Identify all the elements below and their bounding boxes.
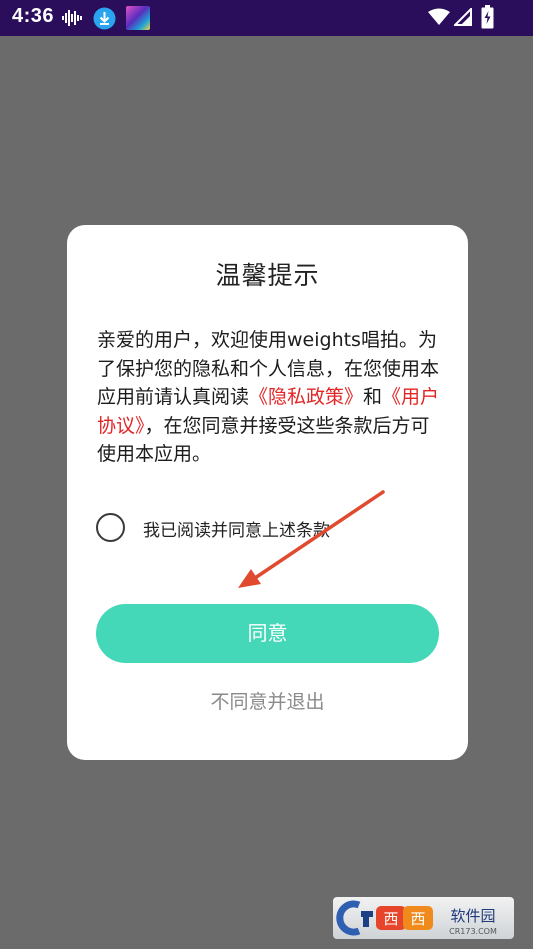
agree-button[interactable]: 同意 bbox=[96, 604, 439, 663]
message-text-and: 和 bbox=[363, 386, 383, 408]
app-icon bbox=[126, 6, 150, 30]
download-icon bbox=[93, 7, 116, 34]
signal-icon bbox=[452, 6, 472, 30]
decline-exit-button[interactable]: 不同意并退出 bbox=[67, 687, 468, 714]
svg-text:西: 西 bbox=[383, 910, 398, 928]
privacy-dialog: 温馨提示 亲爱的用户，欢迎使用weights唱拍。为了保护您的隐私和个人信息，在… bbox=[67, 225, 468, 760]
svg-text:西: 西 bbox=[410, 910, 425, 928]
status-bar: 4:36 bbox=[0, 0, 533, 36]
soundwave-icon bbox=[62, 9, 84, 31]
svg-text:软件园: 软件园 bbox=[450, 907, 495, 925]
consent-label[interactable]: 我已阅读并同意上述条款 bbox=[143, 516, 330, 541]
consent-radio-button[interactable] bbox=[96, 513, 125, 542]
status-time: 4:36 bbox=[12, 5, 55, 27]
svg-text:CR173.COM: CR173.COM bbox=[449, 927, 497, 936]
wifi-icon bbox=[428, 8, 450, 30]
consent-row[interactable]: 我已阅读并同意上述条款 bbox=[96, 513, 416, 547]
message-text-suffix: ，在您同意并接受这些条款后方可使用本应用。 bbox=[97, 414, 430, 466]
privacy-policy-link[interactable]: 《隐私政策》 bbox=[249, 386, 363, 408]
watermark-logo: 西 西 软件园 CR173.COM bbox=[333, 897, 514, 939]
dialog-message: 亲爱的用户，欢迎使用weights唱拍。为了保护您的隐私和个人信息，在您使用本应… bbox=[97, 326, 442, 469]
battery-icon bbox=[481, 5, 494, 33]
dialog-title: 温馨提示 bbox=[215, 261, 320, 290]
